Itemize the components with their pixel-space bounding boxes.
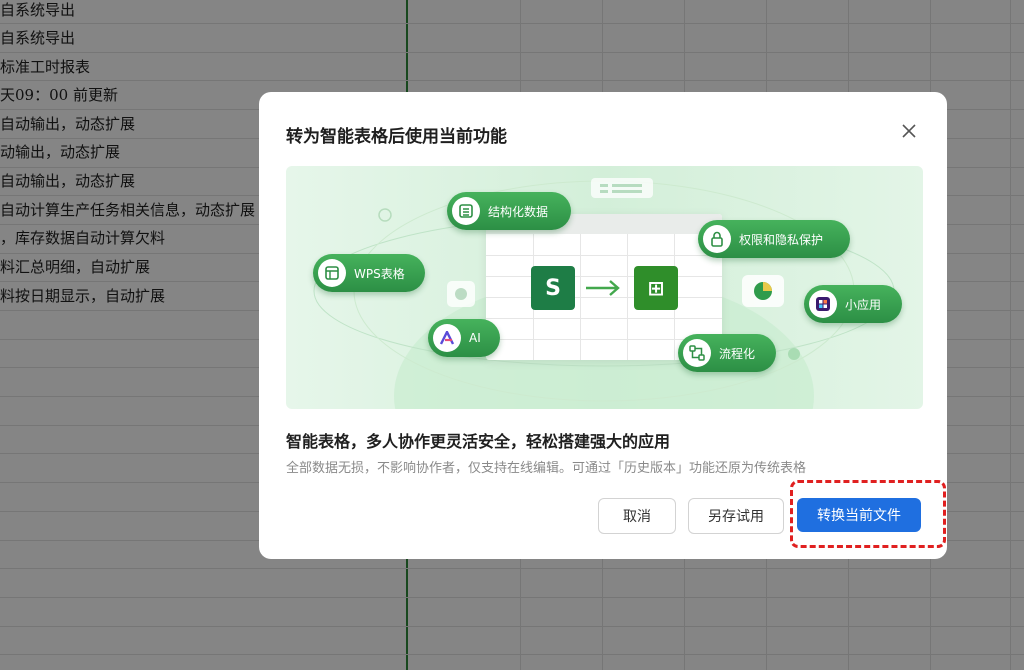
chip-mini-app: 小应用 [804,285,902,323]
lock-icon [703,225,731,253]
chip-ai: AI [428,319,500,357]
chip-process-label: 流程化 [719,346,756,361]
chip-permission-privacy: 权限和隐私保护 [698,220,850,258]
chip-process: 流程化 [678,334,776,372]
arrow-right-icon [584,278,624,302]
feature-banner: S ⊞ 结构化数据 WPS表格 AI 权限和隐私保护 小应用 流程化 [286,166,923,409]
close-icon[interactable] [898,120,920,142]
chip-wps-sheet: WPS表格 [313,254,425,292]
highlight-annotation [790,480,946,548]
chip-structured-data-label: 结构化数据 [488,204,549,219]
ai-icon [433,324,461,352]
chip-structured-data: 结构化数据 [447,192,571,230]
flow-icon [683,339,711,367]
dialog-description: 全部数据无损，不影响协作者，仅支持在线编辑。可通过「历史版本」功能还原为传统表格 [286,461,807,476]
dialog-title: 转为智能表格后使用当前功能 [286,127,507,147]
save-as-try-button[interactable]: 另存试用 [688,498,784,534]
chip-wps-sheet-label: WPS表格 [354,266,405,281]
chip-ai-label: AI [469,331,481,345]
table-list-icon [452,197,480,225]
mini-app-icon [809,290,837,318]
smart-sheet-icon: ⊞ [634,266,678,310]
convert-smart-sheet-dialog: 转为智能表格后使用当前功能 S ⊞ 结构化数据 WPS表格 AI 权限和隐私保护… [259,92,947,559]
dialog-headline: 智能表格，多人协作更灵活安全，轻松搭建强大的应用 [286,432,671,451]
wps-sheet-icon [318,259,346,287]
cancel-button[interactable]: 取消 [598,498,676,534]
chip-permission-privacy-label: 权限和隐私保护 [739,232,824,247]
chip-mini-app-label: 小应用 [845,297,882,312]
spreadsheet-s-icon: S [531,266,575,310]
